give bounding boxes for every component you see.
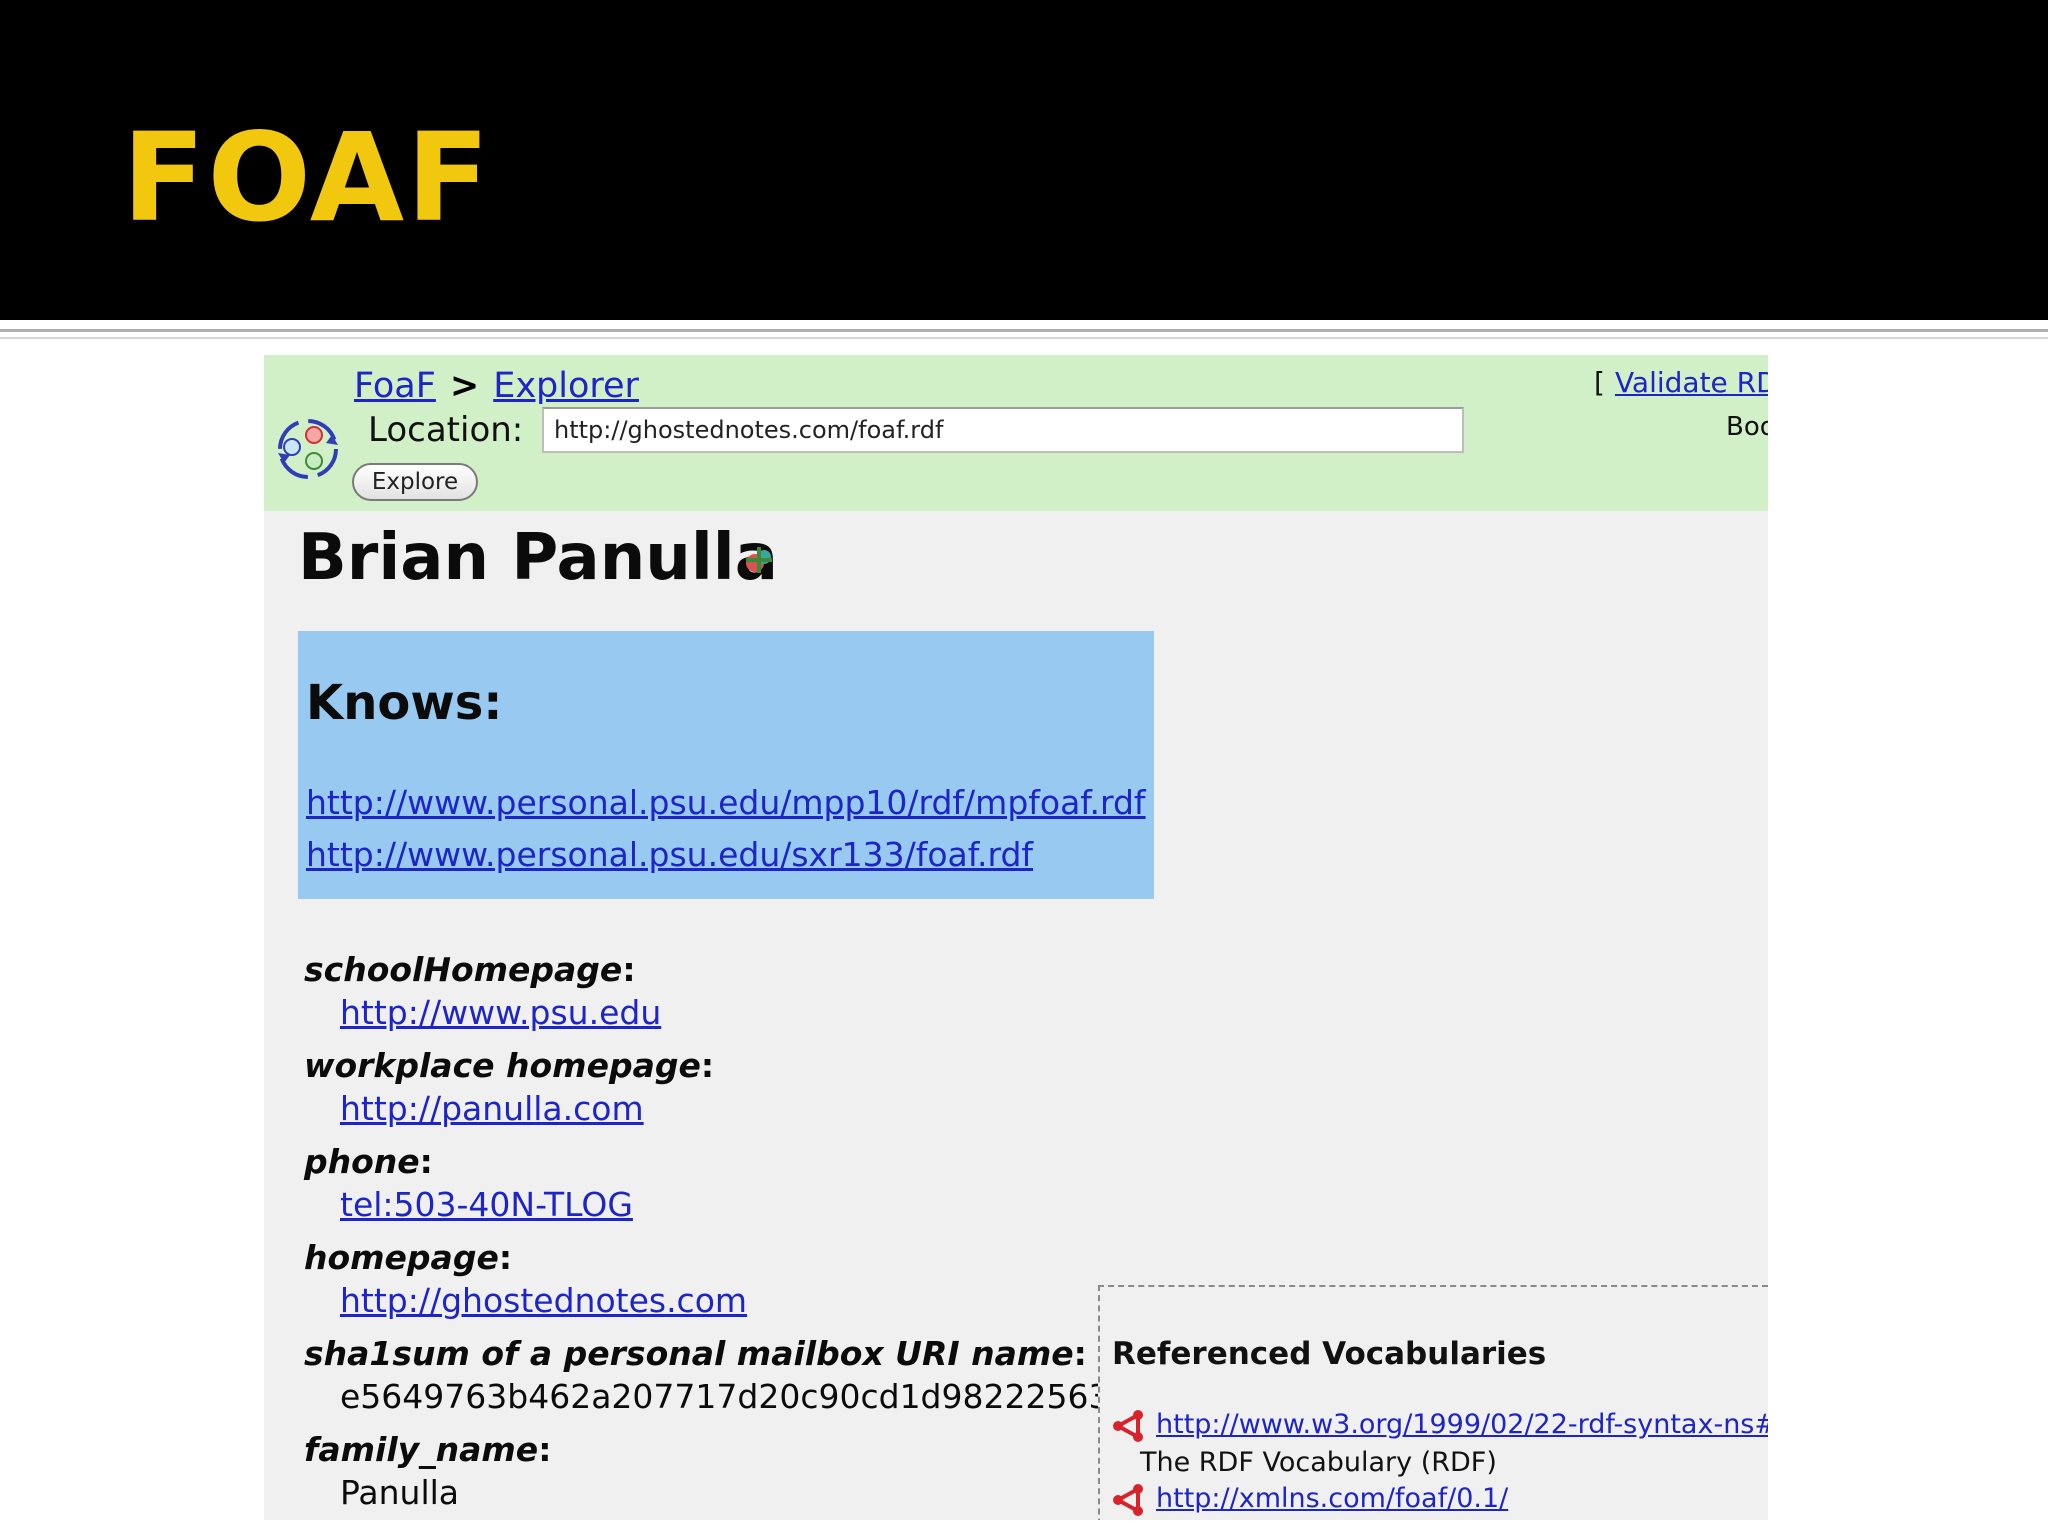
property-label: sha1sum of a personal mailbox URI name: xyxy=(304,1334,1087,1373)
slide-title: FOAF xyxy=(122,107,492,249)
validate-bracket: [ xyxy=(1594,366,1605,399)
property-label: workplace homepage: xyxy=(304,1046,715,1085)
property-value-link[interactable]: http://panulla.com xyxy=(340,1086,644,1132)
property-value-link[interactable]: http://ghostednotes.com xyxy=(340,1278,747,1324)
rdf-icon xyxy=(1113,1410,1143,1442)
bookmark-text-truncated[interactable]: Boo xyxy=(1726,405,1768,449)
property-label: phone: xyxy=(304,1142,433,1181)
location-label: Location: xyxy=(368,410,524,450)
property-label: schoolHomepage: xyxy=(304,950,636,989)
explorer-toolbar: FoaF > Explorer Location: Explore [ Validat… xyxy=(264,355,1768,511)
knows-link[interactable]: http://www.personal.psu.edu/sxr133/foaf.… xyxy=(306,831,1033,879)
person-name: Brian Panulla xyxy=(298,521,778,595)
property-value: e5649763b462a207717d20c90cd1d98222563d09 xyxy=(340,1377,1173,1416)
rdf-icon xyxy=(1113,1484,1143,1516)
location-input[interactable] xyxy=(542,407,1464,453)
explore-button[interactable]: Explore xyxy=(352,463,478,501)
breadcrumb: FoaF > Explorer xyxy=(354,361,639,411)
property-label: family_name: xyxy=(304,1430,552,1469)
slide-header: FOAF xyxy=(0,0,2048,320)
slide-divider-rule-thin xyxy=(0,337,2048,339)
vocabulary-description: The RDF Vocabulary (RDF) xyxy=(1140,1447,1497,1478)
property-value-link[interactable]: http://www.psu.edu xyxy=(340,990,661,1036)
breadcrumb-foaf-link[interactable]: FoaF xyxy=(354,366,436,406)
person-rdf-icon[interactable] xyxy=(742,543,776,577)
breadcrumb-separator: > xyxy=(449,366,480,406)
knows-link[interactable]: http://www.personal.psu.edu/mpp10/rdf/mp… xyxy=(306,779,1146,827)
vocabularies-title: Referenced Vocabularies xyxy=(1112,1336,1547,1372)
vocabulary-link[interactable]: http://www.w3.org/1999/02/22-rdf-syntax-… xyxy=(1156,1405,1768,1445)
knows-title: Knows: xyxy=(306,675,503,731)
slide-divider-rule xyxy=(0,329,2048,332)
foaf-logo-icon xyxy=(278,419,338,479)
vocabulary-link[interactable]: http://xmlns.com/foaf/0.1/ xyxy=(1156,1479,1508,1519)
breadcrumb-explorer-link[interactable]: Explorer xyxy=(493,366,639,406)
validate-rdf-link[interactable]: Validate RDF xyxy=(1615,366,1768,399)
property-value-link[interactable]: tel:503-40N-TLOG xyxy=(340,1182,633,1228)
knows-section: Knows: http://www.personal.psu.edu/mpp10… xyxy=(298,631,1154,899)
referenced-vocabularies-box: Referenced Vocabularies http://www.w3.or… xyxy=(1098,1285,1768,1520)
property-label: homepage: xyxy=(304,1238,513,1277)
property-value: Panulla xyxy=(340,1473,460,1512)
validate-rdf: [ Validate RDF xyxy=(1594,361,1768,405)
foaf-explorer-screenshot: FoaF > Explorer Location: Explore [ Validat… xyxy=(264,355,1768,1520)
